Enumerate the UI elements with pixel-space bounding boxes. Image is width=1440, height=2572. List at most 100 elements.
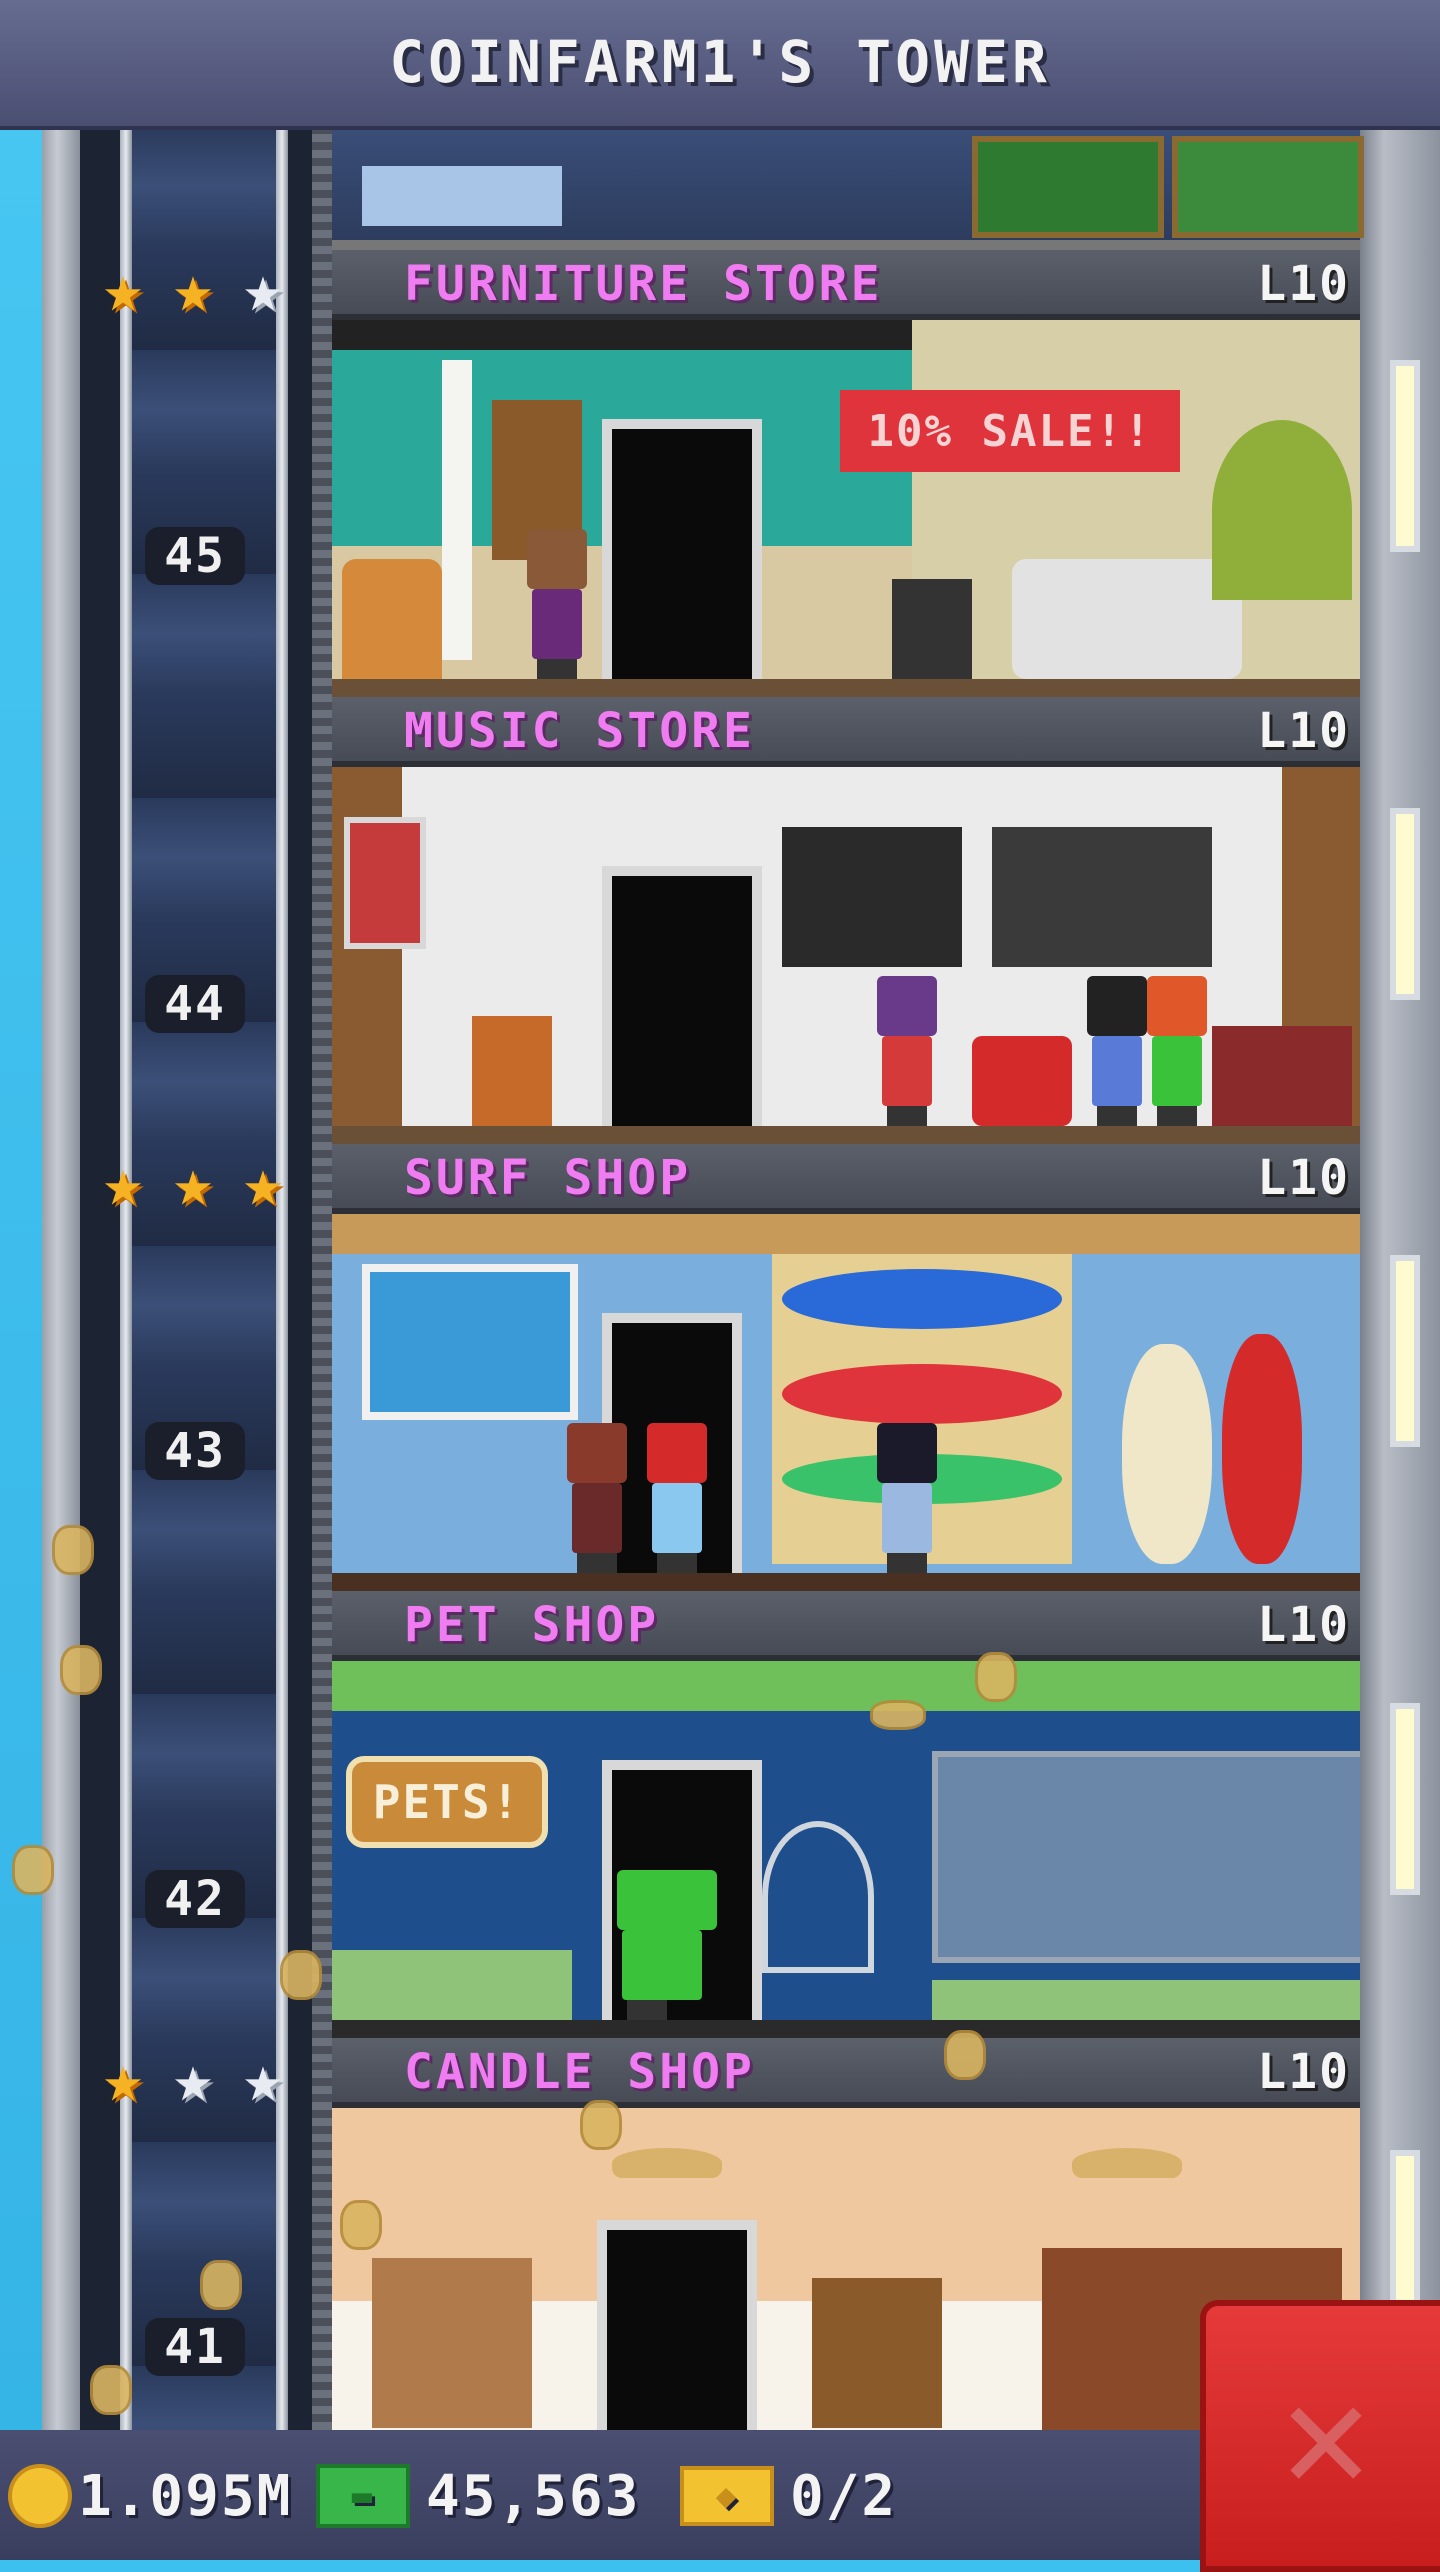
stereo-cabinet bbox=[892, 579, 972, 679]
falling-coin-icon bbox=[975, 1652, 1017, 1702]
coin-icon bbox=[8, 2464, 72, 2528]
falling-coin-icon bbox=[52, 1525, 94, 1575]
room-interior bbox=[332, 1214, 1360, 1591]
room-door bbox=[602, 419, 762, 679]
tower-window bbox=[1390, 1255, 1420, 1447]
bitizen-character[interactable] bbox=[612, 1870, 722, 2020]
surfboard-standing bbox=[1222, 1334, 1302, 1564]
floor-star-rating: ★ ★ ★ bbox=[92, 2040, 302, 2117]
ticket-balance[interactable]: ◆ 0/2 bbox=[680, 2458, 897, 2534]
floor-name: SURF SHOP bbox=[404, 1150, 692, 1206]
desk bbox=[362, 166, 562, 226]
surfboard-standing bbox=[1122, 1344, 1212, 1564]
tower-window bbox=[1390, 360, 1420, 552]
guitar-wall bbox=[992, 827, 1212, 967]
floor-base bbox=[332, 1573, 1360, 1591]
floor-number: 43 bbox=[145, 1422, 245, 1480]
sky-background bbox=[0, 0, 42, 2430]
surfboard-red bbox=[782, 1364, 1062, 1424]
falling-coin-icon bbox=[944, 2030, 986, 2080]
silver-star-icon: ★ bbox=[243, 2040, 283, 2117]
coin-balance[interactable]: 1.095M bbox=[8, 2458, 292, 2534]
bitizen-character[interactable] bbox=[522, 529, 592, 679]
gold-star-icon: ★ bbox=[173, 1144, 213, 1221]
falling-coin-icon bbox=[90, 2365, 132, 2415]
floor-number: 45 bbox=[145, 527, 245, 585]
ceiling-lamp bbox=[612, 2148, 722, 2178]
bitizen-character[interactable] bbox=[642, 1423, 712, 1573]
falling-coin-icon bbox=[280, 1950, 322, 2000]
ticket-icon: ◆ bbox=[680, 2466, 774, 2526]
bitizen-character[interactable] bbox=[562, 1423, 632, 1573]
bitizen-character[interactable] bbox=[1142, 976, 1212, 1126]
floor-header: FURNITURE STORE L10 bbox=[332, 250, 1360, 320]
bitizen-character[interactable] bbox=[872, 1423, 942, 1573]
room-door bbox=[602, 866, 762, 1126]
floor-music-store[interactable]: MUSIC STORE L10 bbox=[332, 697, 1360, 1144]
shaft-divider bbox=[312, 126, 332, 2430]
falling-coin-icon bbox=[200, 2260, 242, 2310]
floor-lamp bbox=[442, 360, 472, 660]
floor-level: L10 bbox=[1257, 2044, 1350, 2100]
floor-base bbox=[332, 2020, 1360, 2038]
gold-star-icon: ★ bbox=[173, 250, 213, 327]
falling-coin-icon bbox=[60, 1645, 102, 1695]
gold-star-icon: ★ bbox=[103, 250, 143, 327]
floor-partial-top[interactable] bbox=[332, 126, 1364, 250]
falling-coin-icon bbox=[580, 2100, 622, 2150]
tower-window bbox=[1390, 1703, 1420, 1895]
floor-star-rating: ★ ★ ★ bbox=[92, 1144, 302, 1221]
falling-coin-icon bbox=[870, 1700, 926, 1730]
floor-number: 41 bbox=[145, 2318, 245, 2376]
room-interior bbox=[332, 767, 1360, 1144]
gold-star-icon: ★ bbox=[243, 1144, 283, 1221]
bux-icon: ▬ bbox=[316, 2464, 410, 2528]
cabinet bbox=[472, 1016, 552, 1126]
tower-title: COINFARM1'S TOWER bbox=[389, 28, 1051, 96]
coin-amount: 1.095M bbox=[78, 2463, 293, 2529]
silver-star-icon: ★ bbox=[243, 250, 283, 327]
floor-level: L10 bbox=[1257, 703, 1350, 759]
wall-picture bbox=[344, 817, 426, 949]
close-button[interactable]: ✕ bbox=[1200, 2300, 1440, 2572]
gold-star-icon: ★ bbox=[103, 1144, 143, 1221]
record-shelf bbox=[1212, 1026, 1352, 1126]
pet-counter bbox=[932, 1980, 1360, 2020]
falling-coin-icon bbox=[12, 1845, 54, 1895]
instrument-wall bbox=[782, 827, 962, 967]
drum-kit bbox=[972, 1036, 1072, 1126]
room-interior: PETS! bbox=[332, 1661, 1360, 2038]
candle-shelf bbox=[372, 2258, 532, 2428]
sofa bbox=[1012, 559, 1242, 679]
floor-base bbox=[332, 679, 1360, 697]
floor-level: L10 bbox=[1257, 1597, 1350, 1653]
falling-coin-icon bbox=[340, 2200, 382, 2250]
floor-pet-shop[interactable]: PET SHOP L10 PETS! bbox=[332, 1591, 1360, 2038]
floor-star-rating: ★ ★ ★ bbox=[92, 250, 302, 327]
bux-balance[interactable]: ▬ 45,563 bbox=[316, 2458, 640, 2534]
floor-furniture-store[interactable]: FURNITURE STORE L10 10% SALE!! bbox=[332, 250, 1360, 697]
close-icon: ✕ bbox=[1280, 2349, 1372, 2523]
tower-outer-wall bbox=[42, 126, 80, 2430]
floor-level: L10 bbox=[1257, 1150, 1350, 1206]
surf-poster bbox=[362, 1264, 578, 1420]
map-board bbox=[1172, 136, 1364, 238]
ticket-amount: 0/2 bbox=[790, 2463, 898, 2529]
floor-number: 42 bbox=[145, 1870, 245, 1928]
floor-name: CANDLE SHOP bbox=[404, 2044, 755, 2100]
sale-sign: 10% SALE!! bbox=[840, 390, 1180, 472]
floor-level: L10 bbox=[1257, 256, 1350, 312]
floor-name: MUSIC STORE bbox=[404, 703, 755, 759]
candle-table bbox=[812, 2278, 942, 2428]
floor-name: FURNITURE STORE bbox=[404, 256, 883, 312]
aquarium-shelf bbox=[932, 1751, 1360, 1963]
tower-window bbox=[1390, 808, 1420, 1000]
bitizen-character[interactable] bbox=[872, 976, 942, 1126]
armchair bbox=[342, 559, 442, 679]
floor-header: CANDLE SHOP L10 bbox=[332, 2038, 1360, 2108]
silver-star-icon: ★ bbox=[173, 2040, 213, 2117]
floor-surf-shop[interactable]: SURF SHOP L10 bbox=[332, 1144, 1360, 1591]
bird-cage bbox=[762, 1821, 874, 1973]
gold-star-icon: ★ bbox=[103, 2040, 143, 2117]
pet-counter bbox=[332, 1950, 572, 2020]
